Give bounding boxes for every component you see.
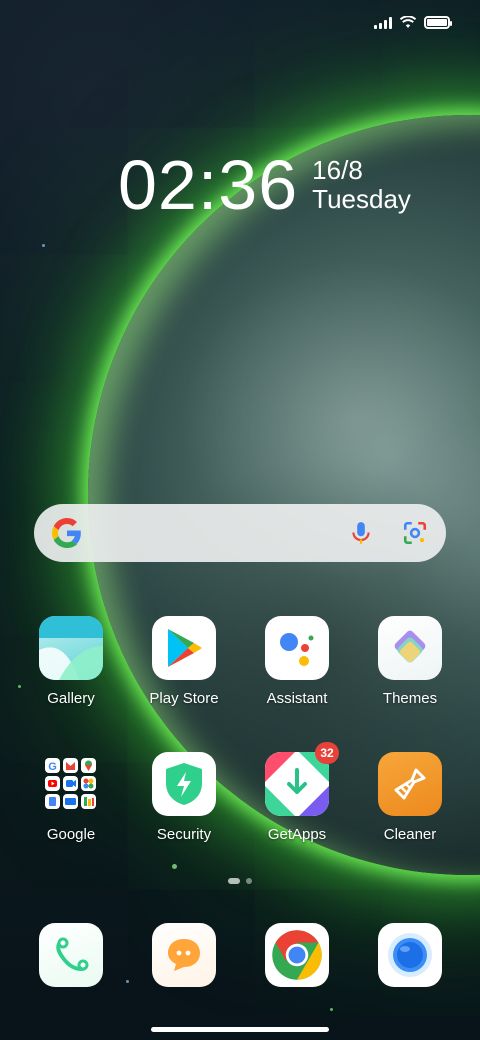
star [42,244,45,247]
google-lens-icon[interactable] [402,520,428,546]
app-assistant[interactable]: Assistant [247,616,347,707]
clock-time: 02:36 [118,146,299,224]
gallery-icon [39,616,103,680]
dock-browser[interactable] [360,923,460,987]
assistant-icon [265,616,329,680]
page-dot [246,878,252,884]
themes-icon [378,616,442,680]
star [126,980,129,983]
app-gallery[interactable]: Gallery [21,616,121,707]
app-cleaner[interactable]: Cleaner [360,752,460,843]
google-folder-icon: G [39,752,103,816]
page-indicator [0,878,480,884]
phone-icon [39,923,103,987]
date-block: 16/8 Tuesday [312,156,411,213]
dock-phone[interactable] [21,923,121,987]
messages-icon [152,923,216,987]
dock-messages[interactable] [134,923,234,987]
app-label: Gallery [47,690,95,707]
app-label: Assistant [266,690,328,707]
battery-icon [424,16,452,29]
browser-icon [378,923,442,987]
app-label: Play Store [149,690,219,707]
clock-date: 16/8 [312,155,363,186]
app-label: Cleaner [383,826,437,843]
svg-text:G: G [48,761,57,773]
clock-weekday: Tuesday [312,184,411,214]
clock-widget[interactable]: 02:36 16/8 Tuesday [118,150,411,220]
home-indicator-bar[interactable] [151,1027,329,1032]
google-search-bar[interactable] [34,504,446,562]
cleaner-icon [378,752,442,816]
app-label: GetApps [267,826,327,843]
security-icon [152,752,216,816]
mic-icon[interactable] [348,520,374,546]
page-dot-active [228,878,240,884]
app-security[interactable]: Security [134,752,234,843]
app-google-folder[interactable]: G Google [21,752,121,843]
play-store-icon [152,616,216,680]
signal-icon [374,16,392,29]
app-getapps[interactable]: 32 GetApps [247,742,347,843]
status-bar [374,16,452,29]
app-label: Security [156,826,212,843]
app-themes[interactable]: Themes [360,616,460,707]
google-g-icon [52,518,81,548]
app-play-store[interactable]: Play Store [134,616,234,707]
wifi-icon [400,16,416,28]
app-label: Google [46,826,96,843]
star [330,1008,333,1011]
chrome-icon [265,923,329,987]
dock-chrome[interactable] [247,923,347,987]
star [172,864,177,869]
notification-badge: 32 [315,742,339,764]
app-label: Themes [382,690,438,707]
